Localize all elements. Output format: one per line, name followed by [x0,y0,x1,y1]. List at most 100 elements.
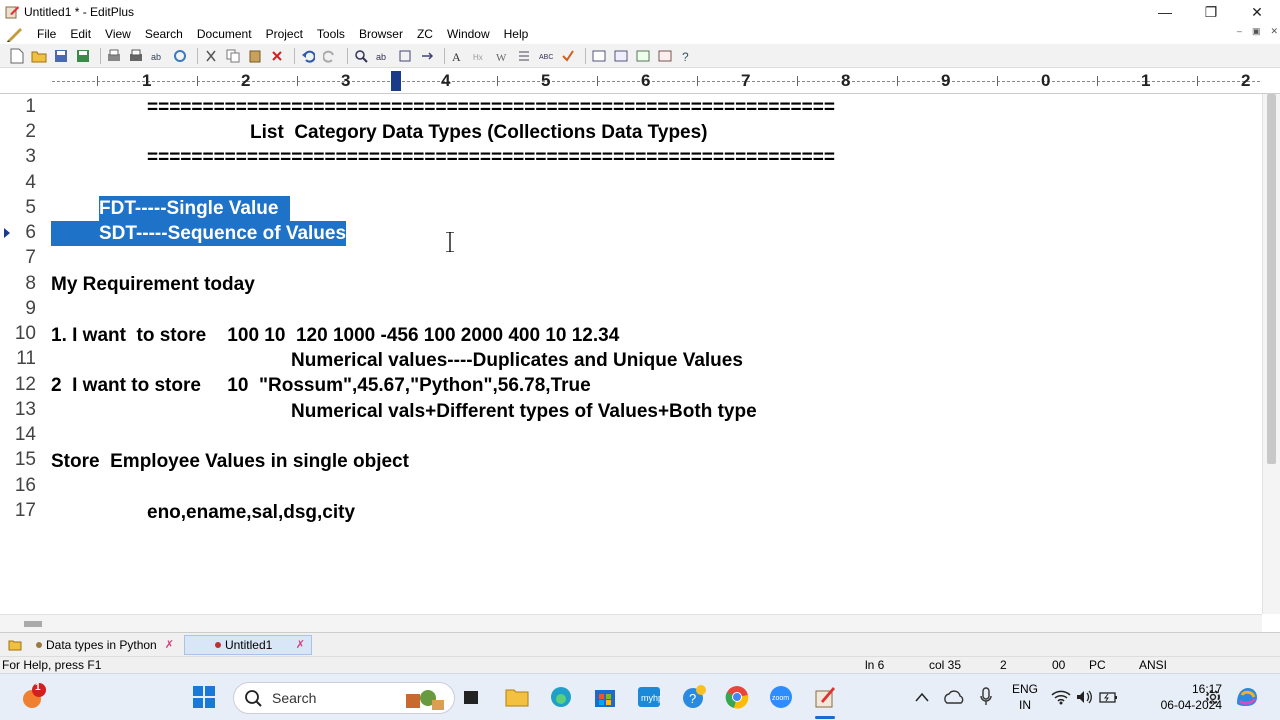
tab-untitled1[interactable]: Untitled1 ✗ [183,634,312,655]
editor-line-2: List Category Data Types (Collections Da… [250,122,708,143]
new-file-icon[interactable] [8,47,26,65]
text-editor[interactable]: ========================================… [46,94,1262,614]
line-number: 5 [25,197,36,218]
line-number: 13 [14,399,36,420]
delete-icon[interactable] [268,47,286,65]
onedrive-cloud-icon[interactable] [939,682,969,712]
notification-app-icon[interactable] [18,682,48,712]
redo-icon[interactable] [321,47,339,65]
menu-edit[interactable]: Edit [63,27,98,41]
status-line: ln 6 [865,658,885,672]
toolbar: ab ab A Hx W ABC ? [0,44,1280,68]
undo-icon[interactable] [299,47,317,65]
help-app-icon[interactable]: ? [679,682,709,712]
indent-icon[interactable] [515,47,533,65]
hex-viewer-icon[interactable]: Hx [471,47,489,65]
goto-line-icon[interactable] [418,47,436,65]
editplus-taskbar-icon[interactable] [810,682,840,712]
doc-close-button[interactable]: ✕ [1270,26,1278,37]
cliptext-icon[interactable] [612,47,630,65]
close-button[interactable]: ✕ [1234,0,1280,24]
check-icon[interactable] [559,47,577,65]
save-icon[interactable] [52,47,70,65]
folder-icon[interactable] [4,635,26,655]
editplus-app-icon [4,4,20,20]
task-view-icon[interactable] [456,682,486,712]
menu-view[interactable]: View [98,27,138,41]
line-number: 10 [14,323,36,344]
copilot-icon[interactable] [1232,682,1262,712]
edge-browser-icon[interactable] [546,682,576,712]
menu-file[interactable]: File [30,27,63,41]
toolbar-separator [585,47,586,64]
ruler-number: 1 [1141,71,1151,90]
print-preview-icon[interactable] [105,47,123,65]
menu-help[interactable]: Help [497,27,536,41]
file-explorer-icon[interactable] [502,682,532,712]
line-number: 15 [14,449,36,470]
close-tab-icon[interactable]: ✗ [296,638,305,651]
menu-tools[interactable]: Tools [310,27,352,41]
menu-browser[interactable]: Browser [352,27,410,41]
tab-label: Untitled1 [224,637,273,652]
browser-view-icon[interactable] [590,47,608,65]
menu-search[interactable]: Search [138,27,190,41]
line-number: 3 [25,146,36,167]
start-windows-icon[interactable] [189,682,219,712]
help-cursor-icon[interactable]: ? [678,47,696,65]
battery-charging-icon[interactable] [1094,682,1124,712]
replace-icon[interactable]: ab [374,47,392,65]
zoom-app-icon[interactable]: zoom [766,682,796,712]
menu-zc[interactable]: ZC [410,27,440,41]
tab-data-types-in-python[interactable]: Data types in Python ✗ [30,635,180,655]
settings-gear-icon[interactable] [1198,682,1228,712]
toolbar-separator [100,47,101,64]
line-number: 8 [25,273,36,294]
open-folder-icon[interactable] [30,47,48,65]
status-mode: PC [1089,658,1106,672]
windows-taskbar: 1 Search myhp ? zoom ENG IN 16:17 06-04-… [0,673,1280,720]
hp-app-icon[interactable]: myhp [634,682,664,712]
menu-project[interactable]: Project [259,27,310,41]
minimize-button[interactable]: — [1142,0,1188,24]
vertical-scrollbar[interactable] [1262,94,1280,614]
microphone-icon[interactable] [971,682,1001,712]
ruler-track [52,81,1260,82]
chrome-browser-icon[interactable] [722,682,752,712]
microsoft-store-icon[interactable] [590,682,620,712]
editor-line-5-selected: FDT-----Single Value [99,196,290,221]
horizontal-scrollbar[interactable] [0,614,1262,632]
doc-restore-button[interactable]: ▣ [1252,26,1261,37]
find-icon[interactable] [352,47,370,65]
chevron-up-icon[interactable] [907,682,937,712]
svg-text:A: A [452,50,461,63]
toolbar-separator [444,47,445,64]
copy-icon[interactable] [224,47,242,65]
cut-icon[interactable] [202,47,220,65]
save-all-icon[interactable] [74,47,92,65]
maximize-button[interactable]: ❐ [1188,0,1234,24]
menu-window[interactable]: Window [440,27,497,41]
doc-minimize-button[interactable]: – [1237,26,1242,37]
print-icon[interactable] [127,47,145,65]
directory-icon[interactable] [634,47,652,65]
spellcheck-icon[interactable]: ab [149,47,167,65]
close-tab-icon[interactable]: ✗ [165,638,174,651]
spell-abc-icon[interactable]: ABC [537,47,555,65]
language-indicator[interactable]: ENG IN [1012,681,1038,713]
find-in-files-icon[interactable] [396,47,414,65]
vertical-scroll-thumb[interactable] [1267,94,1276,464]
horizontal-scroll-thumb[interactable] [24,621,42,627]
editor-line-10: 1. I want to store 100 10 120 1000 -456 … [51,325,620,346]
word-wrap-icon[interactable]: W [493,47,511,65]
editor-line-3: ========================================… [147,147,835,168]
menu-bar: File Edit View Search Document Project T… [0,24,1280,44]
font-icon[interactable]: A [449,47,467,65]
menu-document[interactable]: Document [190,27,259,41]
taskbar-search-box[interactable]: Search [233,682,455,714]
ruler-tick [1097,76,1098,86]
ruler-tick [697,76,698,86]
refresh-icon[interactable] [171,47,189,65]
paste-icon[interactable] [246,47,264,65]
window-list-icon[interactable] [656,47,674,65]
